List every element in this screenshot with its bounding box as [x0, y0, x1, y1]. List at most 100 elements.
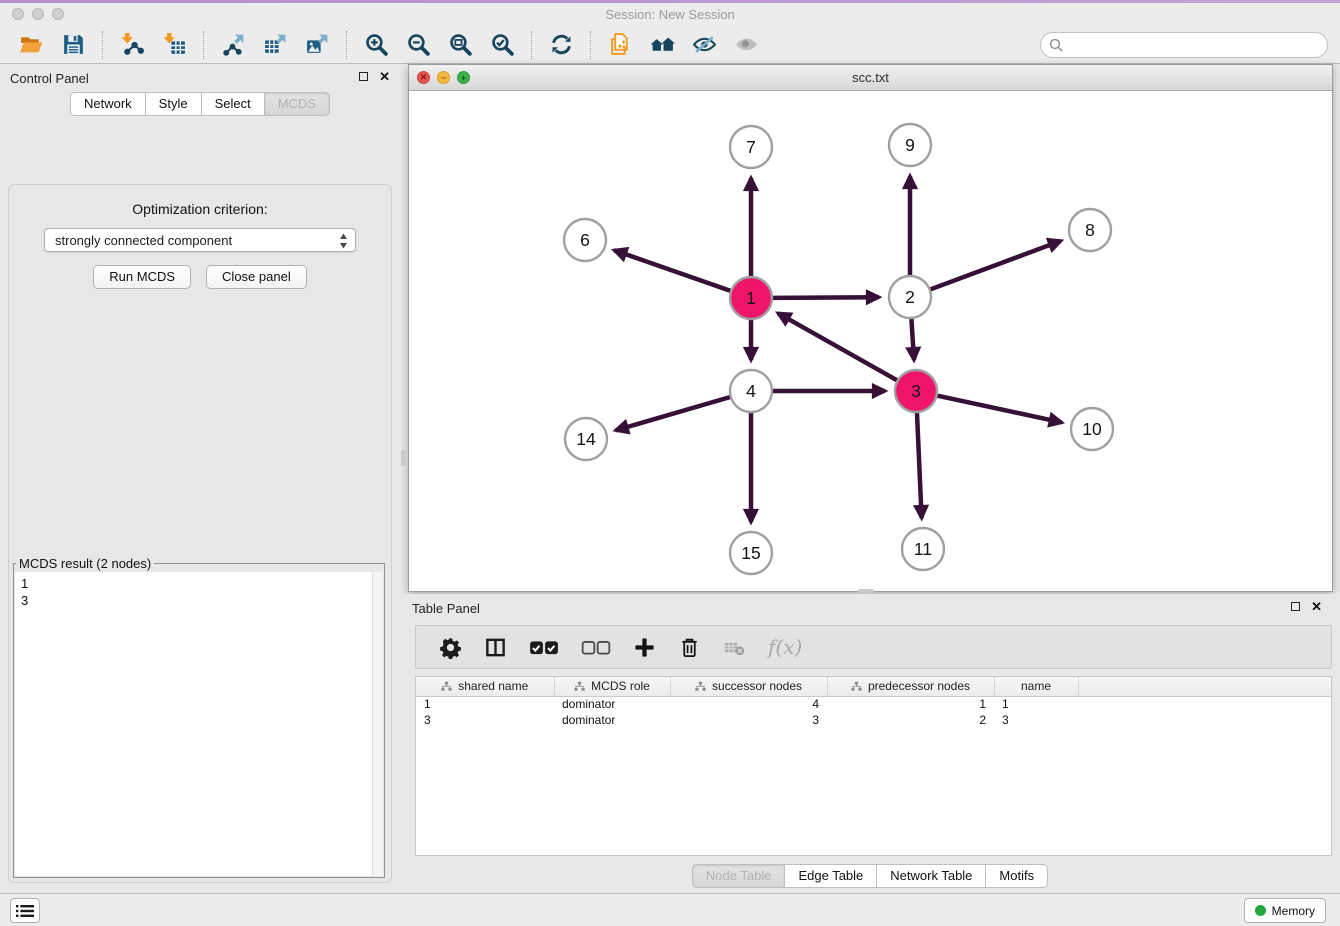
mcds-tab-content: Optimization criterion: strongly connect…: [8, 184, 392, 883]
search-input[interactable]: [1040, 32, 1328, 58]
zoom-selected-icon[interactable]: [489, 32, 515, 58]
graph-edge-3-1[interactable]: [778, 313, 897, 380]
export-image-icon[interactable]: [304, 32, 330, 58]
app-title: Session: New Session: [0, 7, 1340, 22]
table-tab-node-table[interactable]: Node Table: [692, 864, 786, 888]
sort-hierarchy-icon: [441, 681, 452, 692]
column-header-MCDS-role[interactable]: MCDS role: [554, 677, 670, 696]
table-row[interactable]: 3dominator323: [416, 712, 1331, 728]
column-header-label: name: [1021, 679, 1051, 693]
zoom-out-icon[interactable]: [405, 32, 431, 58]
run-mcds-button[interactable]: Run MCDS: [93, 265, 191, 289]
graph-edge-2-3[interactable]: [911, 319, 914, 360]
column-header-successor-nodes[interactable]: successor nodes: [670, 677, 827, 696]
control-panel: Control Panel ✕ NetworkStyleSelectMCDS O…: [0, 64, 400, 891]
close-panel-icon[interactable]: ✕: [379, 71, 390, 82]
deselect-all-columns-icon[interactable]: [581, 636, 611, 659]
graph-edge-3-10[interactable]: [938, 396, 1062, 423]
column-header-name[interactable]: name: [994, 677, 1078, 696]
graph-node-label-14: 14: [576, 429, 596, 449]
tab-select[interactable]: Select: [202, 92, 265, 116]
fx-label: f(x): [768, 635, 802, 659]
search-area: [1040, 32, 1328, 58]
memory-button[interactable]: Memory: [1244, 898, 1326, 923]
app-titlebar: Session: New Session: [0, 3, 1340, 26]
cell-name[interactable]: 3: [994, 712, 1078, 728]
search-icon: [1049, 38, 1063, 52]
network-window-titlebar[interactable]: ✕ − + scc.txt: [409, 65, 1332, 91]
table-panel: Table Panel ✕ f(x) shared nameMCDS roles…: [400, 594, 1340, 890]
table-tab-network-table[interactable]: Network Table: [877, 864, 986, 888]
zoom-fit-icon[interactable]: [447, 32, 473, 58]
column-header-predecessor-nodes[interactable]: predecessor nodes: [827, 677, 994, 696]
graph-edge-1-6[interactable]: [614, 250, 730, 291]
status-bar: Memory: [0, 893, 1340, 926]
vertical-splitter-handle[interactable]: [401, 450, 406, 466]
save-session-icon[interactable]: [60, 32, 86, 58]
cell-MCDS-role[interactable]: dominator: [554, 696, 670, 712]
select-all-columns-icon[interactable]: [529, 636, 559, 659]
graph-edge-1-2[interactable]: [773, 297, 879, 298]
graph-edge-3-11[interactable]: [917, 413, 922, 518]
cell-predecessor-nodes[interactable]: 1: [827, 696, 994, 712]
tab-mcds[interactable]: MCDS: [265, 92, 330, 116]
toolbar-separator: [346, 31, 347, 59]
toolbar-separator: [531, 31, 532, 59]
cell-successor-nodes[interactable]: 3: [670, 712, 827, 728]
mcds-result-area[interactable]: 1 3: [15, 572, 383, 876]
close-panel-button[interactable]: Close panel: [206, 265, 307, 289]
column-header-shared-name[interactable]: shared name: [416, 677, 554, 696]
network-canvas[interactable]: 7968124314101511: [409, 91, 1332, 591]
optimization-dropdown[interactable]: strongly connected component: [44, 228, 356, 252]
cell-name[interactable]: 1: [994, 696, 1078, 712]
hide-selected-icon[interactable]: [691, 32, 717, 58]
network-graph[interactable]: 7968124314101511: [409, 91, 1332, 591]
column-header-filler: [1078, 677, 1331, 696]
import-table-icon[interactable]: [161, 32, 187, 58]
dropdown-stepper-icon: [339, 233, 348, 249]
toolbar-separator: [102, 31, 103, 59]
tab-style[interactable]: Style: [146, 92, 202, 116]
cell-shared-name[interactable]: 3: [416, 712, 554, 728]
cell-MCDS-role[interactable]: dominator: [554, 712, 670, 728]
open-session-icon[interactable]: [18, 32, 44, 58]
float-panel-icon[interactable]: [359, 72, 368, 81]
result-scrollbar[interactable]: [372, 572, 383, 876]
close-table-panel-icon[interactable]: ✕: [1311, 601, 1322, 612]
create-column-icon[interactable]: [633, 636, 656, 659]
node-table[interactable]: shared nameMCDS rolesuccessor nodes prede…: [415, 676, 1332, 856]
sort-hierarchy-icon: [851, 681, 862, 692]
export-table-icon[interactable]: [262, 32, 288, 58]
delete-column-icon[interactable]: [678, 636, 701, 659]
task-history-button[interactable]: [10, 898, 40, 923]
toolbar-separator: [590, 31, 591, 59]
graph-edge-2-8[interactable]: [931, 241, 1061, 290]
table-settings-icon[interactable]: [439, 636, 462, 659]
sort-hierarchy-icon: [574, 681, 585, 692]
first-neighbors-icon[interactable]: [649, 32, 675, 58]
function-builder-icon: f(x): [768, 635, 802, 659]
cell-successor-nodes[interactable]: 4: [670, 696, 827, 712]
tab-network[interactable]: Network: [70, 92, 146, 116]
new-network-from-selection-icon[interactable]: [607, 32, 633, 58]
memory-button-label: Memory: [1272, 904, 1315, 918]
cell-shared-name[interactable]: 1: [416, 696, 554, 712]
zoom-in-icon[interactable]: [363, 32, 389, 58]
export-network-icon[interactable]: [220, 32, 246, 58]
column-header-label: predecessor nodes: [868, 679, 970, 693]
table-row[interactable]: 1dominator411: [416, 696, 1331, 712]
network-view-window: ✕ − + scc.txt 7968124314101511: [408, 64, 1333, 592]
refresh-layout-icon[interactable]: [548, 32, 574, 58]
import-network-icon[interactable]: [119, 32, 145, 58]
toggle-column-panel-icon[interactable]: [484, 636, 507, 659]
float-table-panel-icon[interactable]: [1291, 602, 1300, 611]
graph-node-label-11: 11: [914, 539, 932, 559]
toolbar-separator: [203, 31, 204, 59]
cell-predecessor-nodes[interactable]: 2: [827, 712, 994, 728]
table-tab-edge-table[interactable]: Edge Table: [785, 864, 877, 888]
graph-node-label-8: 8: [1085, 220, 1095, 240]
graph-edge-4-14[interactable]: [616, 397, 730, 430]
horizontal-splitter-handle[interactable]: [858, 589, 874, 593]
graph-node-label-15: 15: [741, 543, 760, 563]
table-tab-motifs[interactable]: Motifs: [986, 864, 1048, 888]
